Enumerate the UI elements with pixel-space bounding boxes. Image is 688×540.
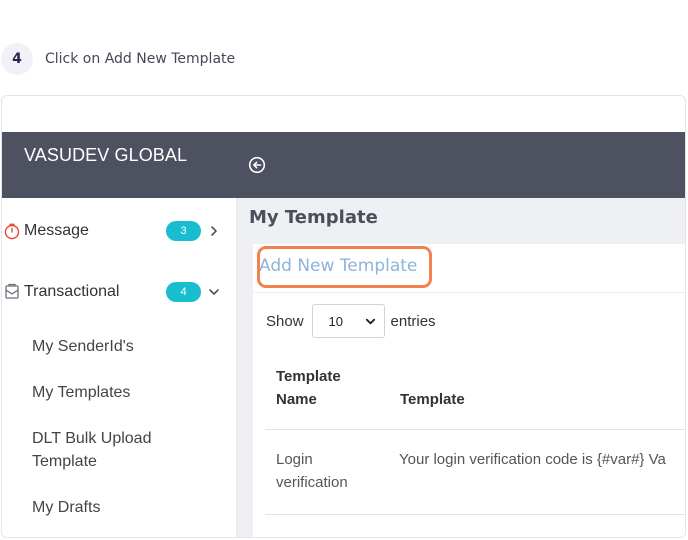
brand-name: VASUDEV GLOBAL	[24, 145, 188, 165]
top-navbar: VASUDEV GLOBAL	[2, 132, 685, 198]
sidebar-item-label: Transactional	[24, 283, 120, 300]
sidebar-subitem-my-drafts[interactable]: My Drafts	[32, 496, 100, 519]
screenshot-frame: VASUDEV GLOBAL Message 3 Transactional 4…	[1, 95, 686, 538]
sidebar-item-transactional[interactable]: Transactional 4	[2, 277, 236, 307]
page-size-value: 10	[328, 313, 343, 329]
sidebar-item-message[interactable]: Message 3	[2, 216, 236, 246]
main-content: My Template Add New Template Show 10 ent…	[238, 198, 685, 537]
chevron-right-icon	[211, 226, 217, 236]
count-badge: 3	[166, 221, 201, 241]
step-number: 4	[1, 43, 33, 75]
chevron-down-icon	[365, 318, 375, 324]
page-size-select[interactable]: 10	[311, 304, 385, 338]
divider	[253, 292, 685, 293]
step-instruction: Click on Add New Template	[45, 51, 236, 67]
collapse-sidebar-icon[interactable]	[248, 156, 266, 174]
sidebar-item-label: Message	[24, 222, 89, 239]
sidebar: Message 3 Transactional 4 My SenderId's …	[2, 198, 236, 537]
sidebar-subitem-my-senderids[interactable]: My SenderId's	[32, 335, 134, 358]
template-card: Add New Template Show 10 entries Templat…	[253, 244, 685, 537]
sidebar-subitem-dlt-bulk-upload[interactable]: DLT Bulk Upload Template	[32, 427, 182, 473]
highlight-box	[257, 246, 432, 288]
step-header: 4 Click on Add New Template	[0, 42, 235, 76]
page-title: My Template	[249, 207, 378, 228]
column-header-template[interactable]: Template	[400, 388, 465, 411]
cell-template-text: Your login verification code is {#var#} …	[399, 451, 666, 468]
document-mail-icon	[2, 282, 22, 302]
show-label: Show	[266, 312, 304, 330]
table-row-divider	[265, 514, 685, 515]
entries-control: Show 10 entries	[266, 304, 436, 338]
count-badge: 4	[166, 282, 201, 302]
cell-template-name: Login verification	[276, 451, 348, 491]
table-header-divider	[265, 429, 685, 430]
column-header-template-name[interactable]: Template Name	[276, 365, 366, 411]
chevron-down-icon	[209, 289, 219, 295]
entries-label: entries	[390, 312, 436, 330]
timer-icon	[2, 221, 22, 241]
sidebar-subitem-my-templates[interactable]: My Templates	[32, 381, 130, 404]
